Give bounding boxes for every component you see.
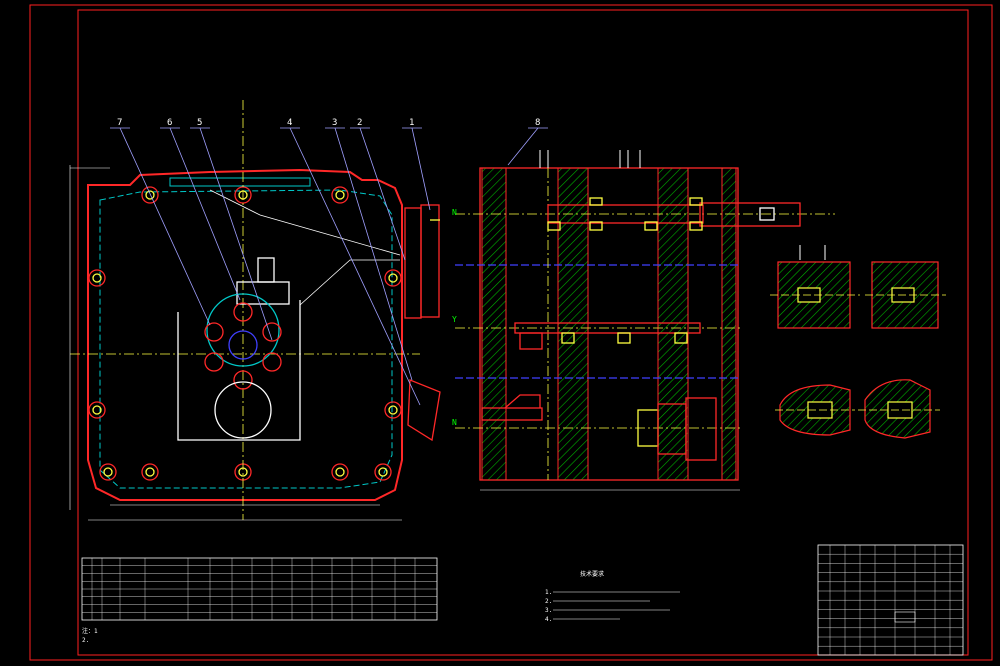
balloon-labels: 7 6 5 4 3 2 1 8 xyxy=(117,118,540,128)
note-line-2: 2. xyxy=(545,598,552,605)
balloon-3: 3 xyxy=(332,118,337,128)
bottom-note-1: 注：1 xyxy=(82,627,98,635)
cad-drawing-canvas[interactable]: 7 6 5 4 3 2 1 8 N Y N 注：1 2. 技术要求 1. 2. … xyxy=(0,0,1000,666)
center-lines xyxy=(70,100,420,520)
bolt-holes xyxy=(88,186,402,481)
front-view[interactable] xyxy=(69,100,441,521)
detail-view-a[interactable] xyxy=(770,245,946,329)
balloon-5: 5 xyxy=(197,118,202,128)
tag-n-lower: N xyxy=(452,418,457,427)
housing-outline xyxy=(87,168,403,501)
balloon-6: 6 xyxy=(167,118,172,128)
side-tags: N Y N xyxy=(452,208,457,427)
detail-view-b[interactable] xyxy=(775,379,940,439)
note-line-1: 1. xyxy=(545,589,552,596)
section-outline xyxy=(479,167,739,481)
drawing-frame xyxy=(29,4,993,661)
note-line-4: 4. xyxy=(545,616,552,623)
bottom-notes: 注：1 2. xyxy=(82,627,98,644)
side-mechanism xyxy=(404,204,441,442)
note-line-3: 3. xyxy=(545,607,552,614)
balloon-4: 4 xyxy=(287,118,292,128)
title-block[interactable] xyxy=(817,544,964,656)
notes-title: 技术要求 xyxy=(580,570,604,578)
balloon-2: 2 xyxy=(357,118,362,128)
tag-y: Y xyxy=(452,315,457,324)
inner-cavity-dashed xyxy=(99,189,393,489)
balloon-7: 7 xyxy=(117,118,122,128)
hatched-walls xyxy=(481,167,737,481)
dimension-lines xyxy=(69,165,402,521)
balloon-1: 1 xyxy=(409,118,414,128)
tag-n-upper: N xyxy=(452,208,457,217)
gear-cluster xyxy=(177,257,301,441)
bottom-note-2: 2. xyxy=(82,637,89,644)
balloon-8: 8 xyxy=(535,118,540,128)
parameter-table[interactable]: 注：1 2. xyxy=(81,557,438,644)
top-markers xyxy=(539,150,641,168)
technical-notes: 技术要求 1. 2. 3. 4. xyxy=(545,570,680,623)
